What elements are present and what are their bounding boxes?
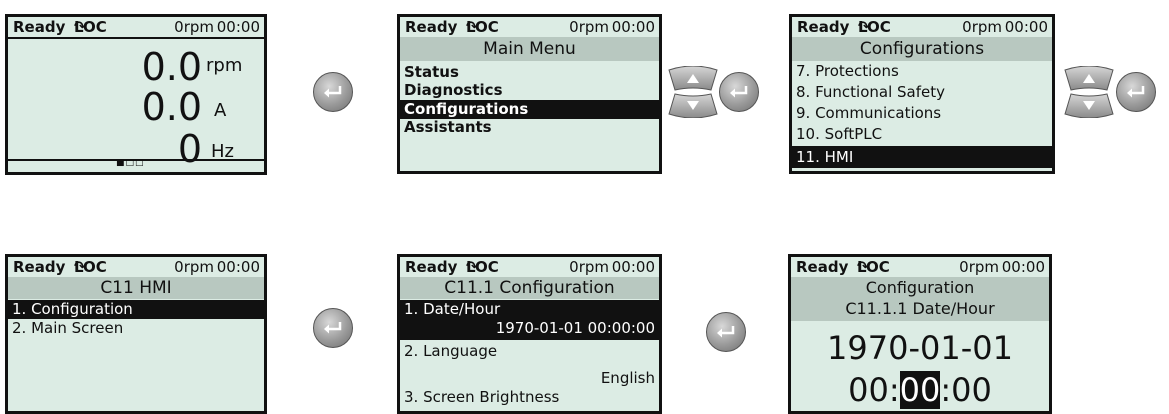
menu-item-protections[interactable]: 7. Protections	[792, 62, 1052, 81]
menu-item-language[interactable]: 2. Language	[400, 342, 659, 361]
status-ready: Ready	[405, 18, 458, 36]
status-rpm: 0rpm	[174, 18, 214, 36]
hmi-screen-monitoring: Ready ↷ LOC 0rpm 00:00 0.0 rpm 0.0 A 0 Hz…	[5, 14, 267, 175]
enter-key-icon[interactable]	[719, 72, 759, 112]
hmi-screen-configurations: Ready ↷ LOC 0rpm 00:00 Configurations 7. …	[789, 14, 1055, 174]
time-hours: 00	[848, 371, 889, 409]
menu-title: C11.1 Configuration	[400, 277, 659, 299]
up-down-arrow-keys-icon[interactable]	[667, 66, 719, 118]
up-down-arrow-keys-icon[interactable]	[1063, 66, 1115, 118]
time-separator: :	[888, 371, 900, 409]
speed-unit: rpm	[206, 55, 243, 76]
menu-item-communications[interactable]: 9. Communications	[792, 104, 1052, 123]
status-time: 00:00	[611, 18, 655, 36]
status-ready: Ready	[405, 258, 458, 276]
status-time: 00:00	[611, 258, 655, 276]
status-rpm: 0rpm	[174, 258, 214, 276]
current-unit: A	[214, 100, 227, 121]
menu-item-main-screen[interactable]: 2. Main Screen	[8, 319, 264, 338]
status-bar: Ready ↷ LOC 0rpm 00:00	[405, 258, 655, 276]
status-time: 00:00	[216, 258, 260, 276]
menu-item-assistants[interactable]: Assistants	[400, 118, 659, 137]
hmi-screen-date-hour-edit: Ready ↷ LOC 0rpm 00:00 Configuration C11.…	[788, 254, 1052, 414]
language-value: English	[600, 369, 655, 387]
status-bar: Ready ↷ LOC 0rpm 00:00	[405, 18, 655, 36]
enter-key-icon[interactable]	[313, 72, 353, 112]
frequency-value: 0	[177, 127, 202, 171]
status-bar: Ready ↷ LOC 0rpm 00:00	[796, 258, 1045, 276]
status-bar: Ready ↷ LOC 0rpm 00:00	[13, 258, 260, 276]
status-bar: Ready ↷ LOC 0rpm 00:00	[13, 18, 260, 36]
enter-key-icon[interactable]	[706, 312, 746, 352]
menu-item-diagnostics[interactable]: Diagnostics	[400, 81, 659, 100]
menu-title: Main Menu	[400, 37, 659, 61]
menu-item-functional-safety[interactable]: 8. Functional Safety	[792, 83, 1052, 102]
menu-item-hmi[interactable]: 11. HMI	[792, 146, 1052, 168]
menu-title: Configurations	[792, 37, 1052, 61]
status-ready: Ready	[797, 18, 850, 36]
page-indicator: ■□□	[116, 158, 145, 168]
date-hour-value: 1970-01-01 00:00:00	[495, 319, 655, 337]
edit-title-line1: Configuration	[865, 278, 975, 297]
status-rpm: 0rpm	[962, 18, 1002, 36]
menu-item-softplc[interactable]: 10. SoftPLC	[792, 125, 1052, 144]
menu-item-date-hour[interactable]: 1. Date/Hour 1970-01-01 00:00:00	[400, 300, 659, 340]
hmi-screen-c11-hmi: Ready ↷ LOC 0rpm 00:00 C11 HMI 1. Configu…	[5, 254, 267, 414]
menu-title: C11 HMI	[8, 277, 264, 299]
menu-item-screen-brightness[interactable]: 3. Screen Brightness	[400, 388, 659, 407]
divider	[8, 37, 264, 39]
date-hour-label: 1. Date/Hour	[404, 300, 501, 318]
hmi-screen-main-menu: Ready ↷ LOC 0rpm 00:00 Main Menu Status D…	[397, 14, 662, 174]
time-seconds: 00	[951, 371, 992, 409]
time-value: 00:00:00	[791, 371, 1049, 409]
status-ready: Ready	[796, 258, 849, 276]
enter-key-icon[interactable]	[1116, 72, 1156, 112]
status-time: 00:00	[1004, 18, 1048, 36]
menu-item-configurations[interactable]: Configurations	[400, 100, 659, 119]
status-rpm: 0rpm	[569, 258, 609, 276]
status-time: 00:00	[1001, 258, 1045, 276]
hmi-screen-c11-1-configuration: Ready ↷ LOC 0rpm 00:00 C11.1 Configuratio…	[397, 254, 662, 414]
status-ready: Ready	[13, 18, 66, 36]
edit-title: Configuration C11.1.1 Date/Hour	[791, 277, 1049, 321]
menu-item-status[interactable]: Status	[400, 63, 659, 82]
time-separator: :	[940, 371, 952, 409]
time-minutes-cursor[interactable]: 00	[899, 371, 941, 409]
status-ready: Ready	[13, 258, 66, 276]
current-value: 0.0	[141, 85, 202, 129]
menu-item-configuration[interactable]: 1. Configuration	[8, 300, 264, 319]
edit-title-line2: C11.1.1 Date/Hour	[845, 299, 995, 318]
status-rpm: 0rpm	[959, 258, 999, 276]
enter-key-icon[interactable]	[313, 308, 353, 348]
status-rpm: 0rpm	[569, 18, 609, 36]
date-value: 1970-01-01	[827, 329, 1013, 367]
status-bar: Ready ↷ LOC 0rpm 00:00	[797, 18, 1048, 36]
status-time: 00:00	[216, 18, 260, 36]
speed-value: 0.0	[141, 45, 202, 89]
